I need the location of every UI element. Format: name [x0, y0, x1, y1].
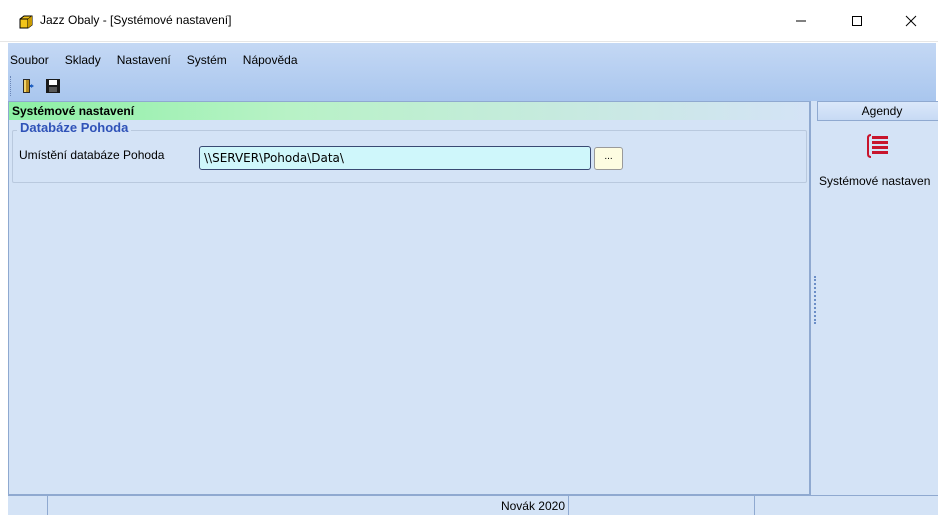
menu-soubor[interactable]: Soubor	[8, 50, 57, 70]
close-button[interactable]	[888, 0, 934, 42]
menu-napoveda[interactable]: Nápověda	[235, 50, 306, 70]
panel-splitter[interactable]	[814, 276, 818, 324]
cube-icon	[19, 15, 33, 29]
status-cell-1	[8, 496, 48, 515]
menu-sklady[interactable]: Sklady	[57, 50, 109, 70]
status-cell-4	[755, 496, 938, 515]
maximize-button[interactable]	[834, 0, 880, 42]
toolbar-grip[interactable]	[10, 76, 13, 96]
exit-button[interactable]	[18, 75, 40, 97]
menu-system[interactable]: Systém	[179, 50, 235, 70]
database-location-input[interactable]: \\SERVER\Pohoda\Data\	[199, 146, 591, 170]
toolbar	[10, 73, 64, 99]
save-floppy-icon	[46, 79, 60, 93]
section-title: Systémové nastavení	[9, 102, 809, 120]
window-title: Jazz Obaly - [Systémové nastavení]	[40, 13, 232, 27]
settings-list-icon[interactable]	[866, 133, 890, 159]
database-location-label: Umístění databáze Pohoda	[19, 148, 165, 162]
close-icon	[905, 15, 917, 27]
minimize-button[interactable]	[778, 0, 824, 42]
group-title: Databáze Pohoda	[17, 120, 132, 135]
title-bar: Jazz Obaly - [Systémové nastavení]	[0, 0, 938, 42]
status-bar: Novák 2020	[8, 495, 938, 515]
status-cell-3	[569, 496, 755, 515]
exit-door-icon	[23, 79, 34, 93]
minimize-icon	[796, 20, 806, 22]
status-user: Novák 2020	[48, 496, 569, 515]
browse-button[interactable]: ...	[594, 147, 623, 170]
menu-nastaveni[interactable]: Nastavení	[109, 50, 179, 70]
save-button[interactable]	[42, 75, 64, 97]
maximize-icon	[852, 16, 862, 26]
agendy-header[interactable]: Agendy	[817, 101, 938, 121]
agendy-panel: Agendy Systémové nastaven	[810, 101, 938, 495]
agendy-item-label[interactable]: Systémové nastaven	[819, 174, 930, 188]
menubar: Soubor Sklady Nastavení Systém Nápověda	[8, 50, 306, 70]
